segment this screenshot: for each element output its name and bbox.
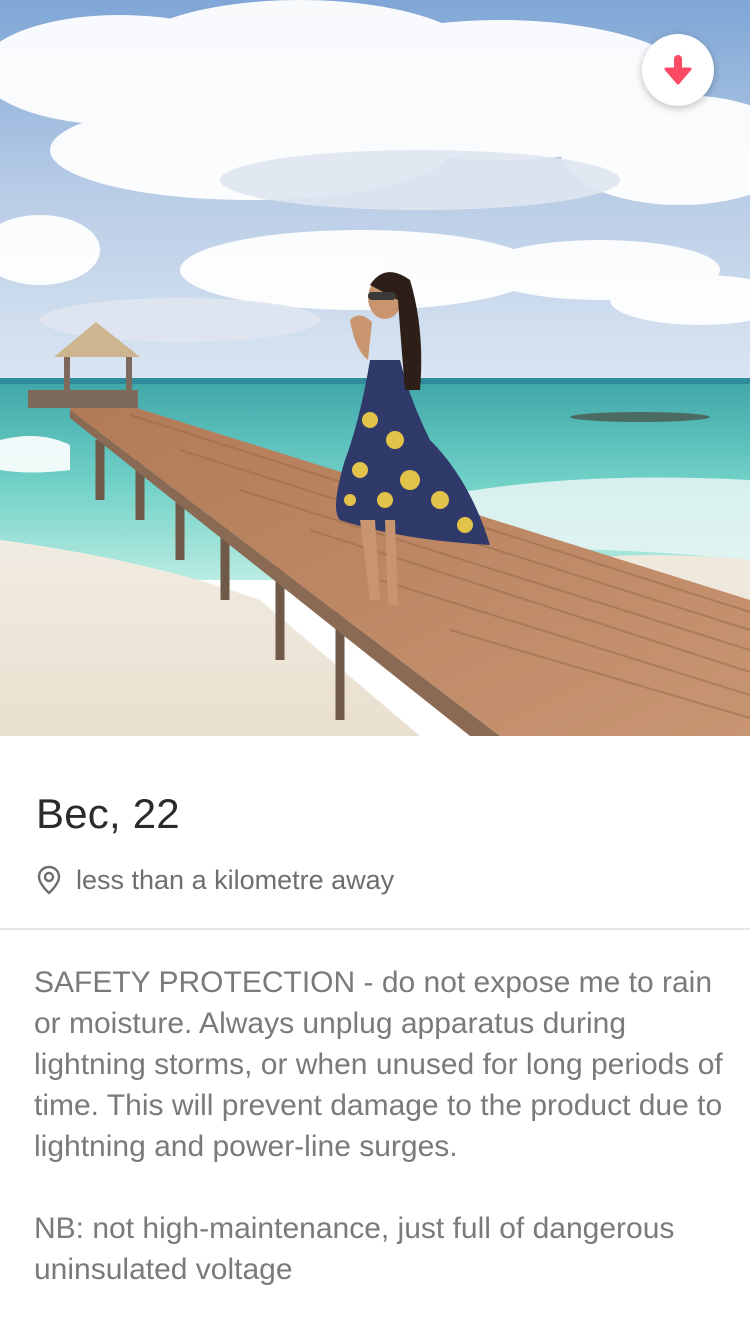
distance-row: less than a kilometre away <box>36 862 394 898</box>
profile-photo[interactable] <box>0 0 750 736</box>
collapse-profile-button[interactable] <box>642 34 714 106</box>
profile-bio: SAFETY PROTECTION - do not expose me to … <box>34 966 723 1286</box>
beach-pier-photo <box>0 0 750 736</box>
arrow-down-icon <box>664 55 692 85</box>
section-divider <box>0 928 750 930</box>
profile-name-age: Bec, 22 <box>36 790 180 837</box>
distance-label: less than a kilometre away <box>76 864 395 895</box>
location-pin-icon <box>37 865 61 895</box>
